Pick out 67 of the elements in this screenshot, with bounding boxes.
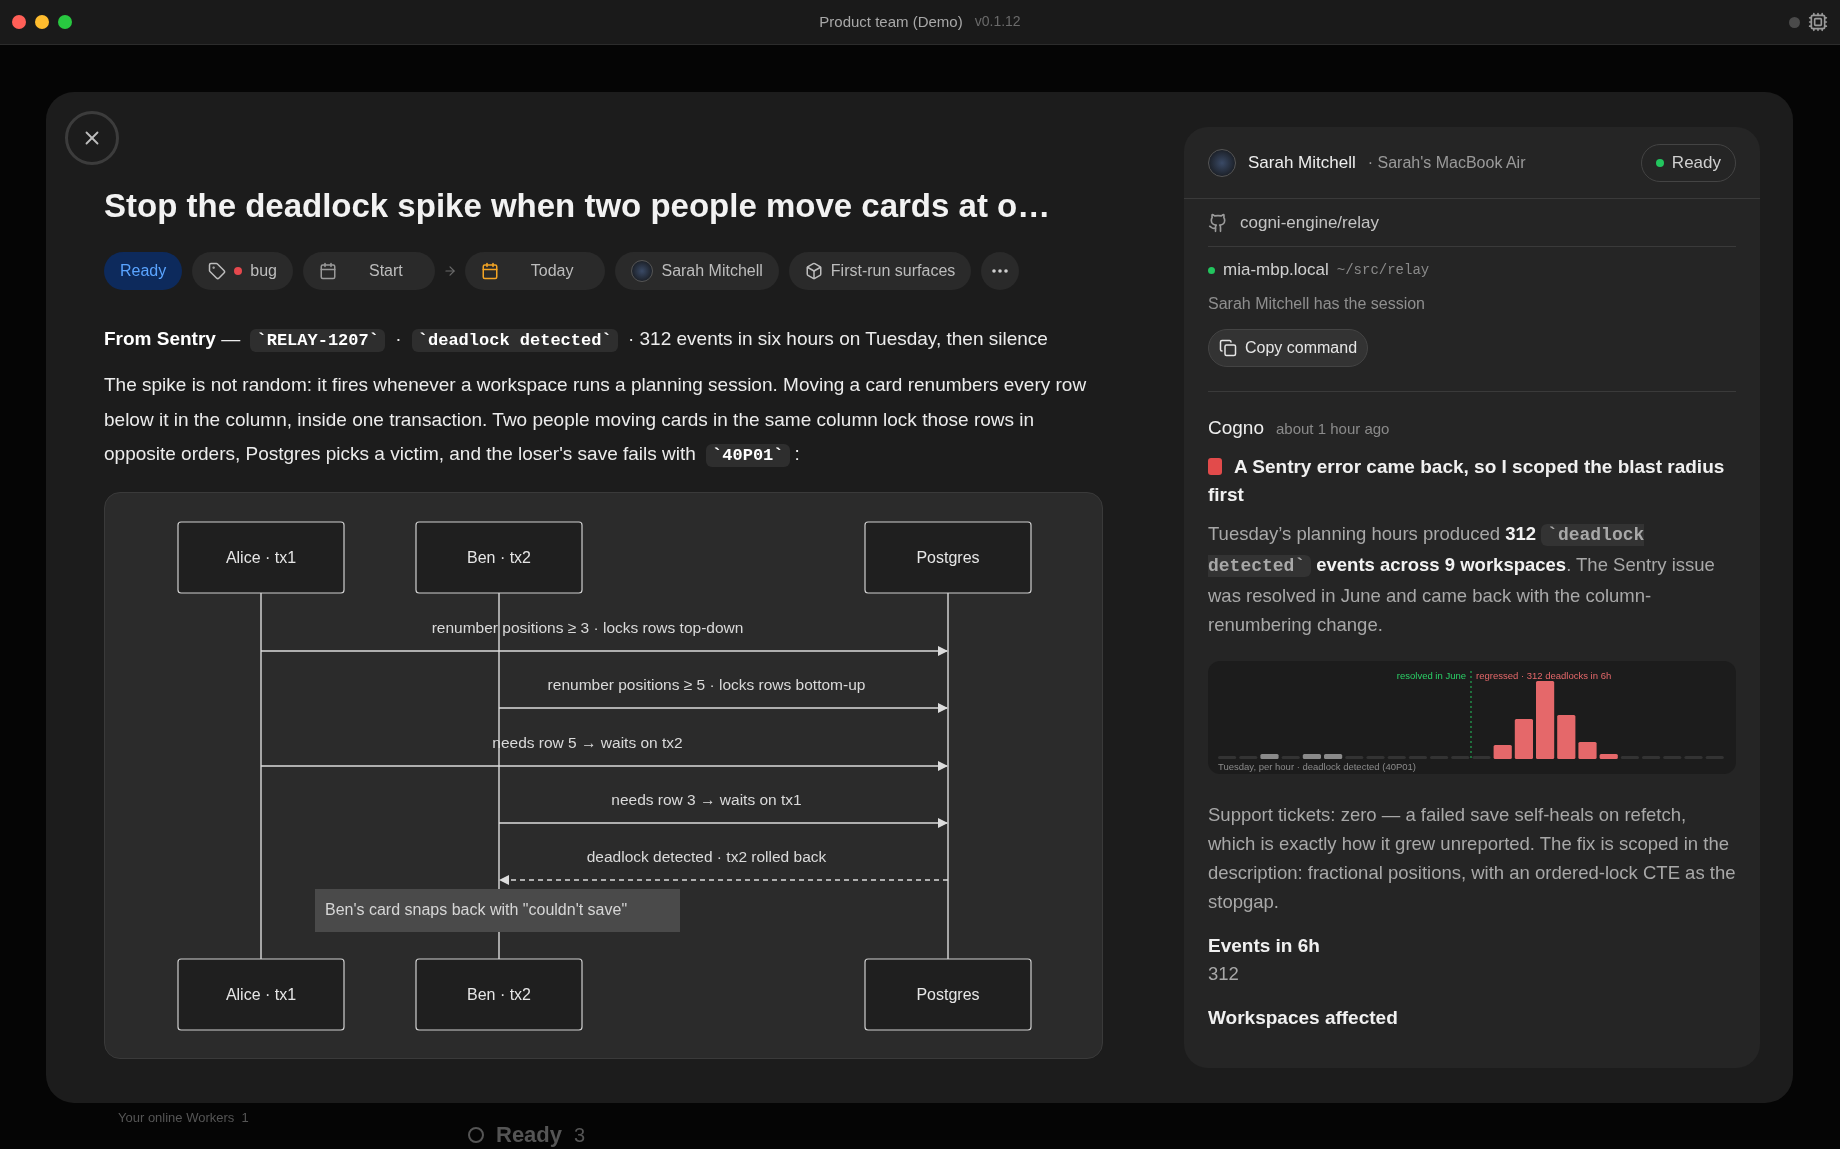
user-name: Sarah Mitchell xyxy=(1248,151,1356,174)
bar xyxy=(1557,714,1576,759)
app-version: v0.1.12 xyxy=(974,11,1021,31)
host-path: ~/src/relay xyxy=(1336,260,1430,280)
arrow-icon xyxy=(442,264,457,278)
fact-label: Events in 6h xyxy=(1208,933,1321,958)
minimize-button[interactable] xyxy=(35,15,49,29)
participant-box: Ben · tx2 xyxy=(415,520,583,594)
bar xyxy=(1578,741,1597,759)
status-chip[interactable]: Ready xyxy=(104,252,183,290)
workers-label: Your online Workers 1 xyxy=(118,1109,249,1127)
host-name: mia-mbp.local xyxy=(1223,259,1329,282)
comment-author: Cogno xyxy=(1208,416,1264,440)
calendar-icon xyxy=(318,262,337,280)
bar xyxy=(1302,753,1321,759)
zoom-button[interactable] xyxy=(58,15,72,29)
bar xyxy=(1260,753,1279,759)
label-chip[interactable]: bug xyxy=(192,252,293,290)
chart-annotation: resolved in June xyxy=(1396,669,1466,681)
diagram-note: Ben's card snaps back with "couldn't save" xyxy=(315,888,680,932)
message-label: deadlock detected · tx2 rolled back xyxy=(586,847,827,865)
copy-command-button[interactable]: Copy command xyxy=(1208,329,1369,367)
chip-icon[interactable] xyxy=(1808,12,1828,32)
repo-name: cogni-engine/relay xyxy=(1240,211,1379,234)
bar xyxy=(1599,753,1618,759)
close-button[interactable] xyxy=(65,111,119,165)
column-title: Ready xyxy=(496,1121,563,1149)
issue-title: Stop the deadlock spike when two people move cards at o… xyxy=(104,186,1052,226)
comment-paragraph: Tuesday’s planning hours produced 312 `deadlock detected` events across 9 workspaces. The Sentry issue was resolved in June and came back with the column-renumbering change. xyxy=(1208,521,1716,637)
participant-box: Alice · tx1 xyxy=(177,957,345,1031)
participant-box: Postgres xyxy=(864,957,1032,1031)
comment-paragraph: Support tickets: zero — a failed save self-heals on refetch, which is exactly how it grew unreported. The fix is scoped in the description: fractional positions, with an ordered-lock CTE as the stopgap. xyxy=(1208,802,1736,914)
more-icon xyxy=(992,269,1009,273)
paragraph: From Sentry — `RELAY-1207` · `deadlock detected` · 312 events in six hours on Tuesday, then silence xyxy=(104,327,1049,354)
bar xyxy=(1324,753,1343,759)
github-icon xyxy=(1208,212,1228,233)
window-title: Product team (Demo) xyxy=(819,11,963,32)
comment-heading: A Sentry error came back, so I scoped the blast radius first xyxy=(1208,454,1726,507)
message-label: needs row 3 → waits on tx1 xyxy=(611,790,802,808)
device-name: · Sarah's MacBook Air xyxy=(1367,152,1526,173)
participant-box: Ben · tx2 xyxy=(415,957,583,1031)
date-chip[interactable]: Start xyxy=(302,252,435,290)
paragraph: The spike is not random: it fires whenever a workspace runs a planning session. Moving a card renumbers every row below it in the column, inside one transaction. Two people moving cards in the same column lock those rows in opposite orders, Postgres picks a victim, and the loser's save fails with `40P01` : xyxy=(104,373,1088,469)
message-label: renumber positions ≥ 5 · locks rows bottom-up xyxy=(547,675,866,693)
close-window-button[interactable] xyxy=(12,15,26,29)
column-count: 3 xyxy=(574,1122,586,1148)
participant-box: Postgres xyxy=(864,520,1032,594)
project-chip[interactable]: First-run surfaces xyxy=(788,252,972,290)
fact-value: 312 xyxy=(1208,961,1240,986)
comment-time: about 1 hour ago xyxy=(1276,419,1390,439)
bar xyxy=(1514,718,1533,759)
chart-caption: Tuesday, per hour · deadlock detected (40P01) xyxy=(1218,760,1417,772)
fact-label: Workspaces affected xyxy=(1208,1005,1399,1030)
copy-icon xyxy=(1219,339,1237,357)
session-note: Sarah Mitchell has the session xyxy=(1208,294,1426,314)
avatar xyxy=(631,260,654,282)
calendar-icon xyxy=(480,262,499,280)
cube-icon xyxy=(804,262,823,280)
participant-box: Alice · tx1 xyxy=(177,520,345,594)
date-chip[interactable]: Today xyxy=(464,252,606,290)
chart-annotation: regressed · 312 deadlocks in 6h xyxy=(1476,669,1612,681)
bar xyxy=(1493,744,1512,759)
more-button[interactable] xyxy=(981,252,1020,290)
message-label: renumber positions ≥ 3 · locks rows top-down xyxy=(431,618,744,636)
avatar xyxy=(1208,148,1236,177)
assignee-chip[interactable]: Sarah Mitchell xyxy=(615,252,779,290)
tag-icon xyxy=(208,262,227,280)
